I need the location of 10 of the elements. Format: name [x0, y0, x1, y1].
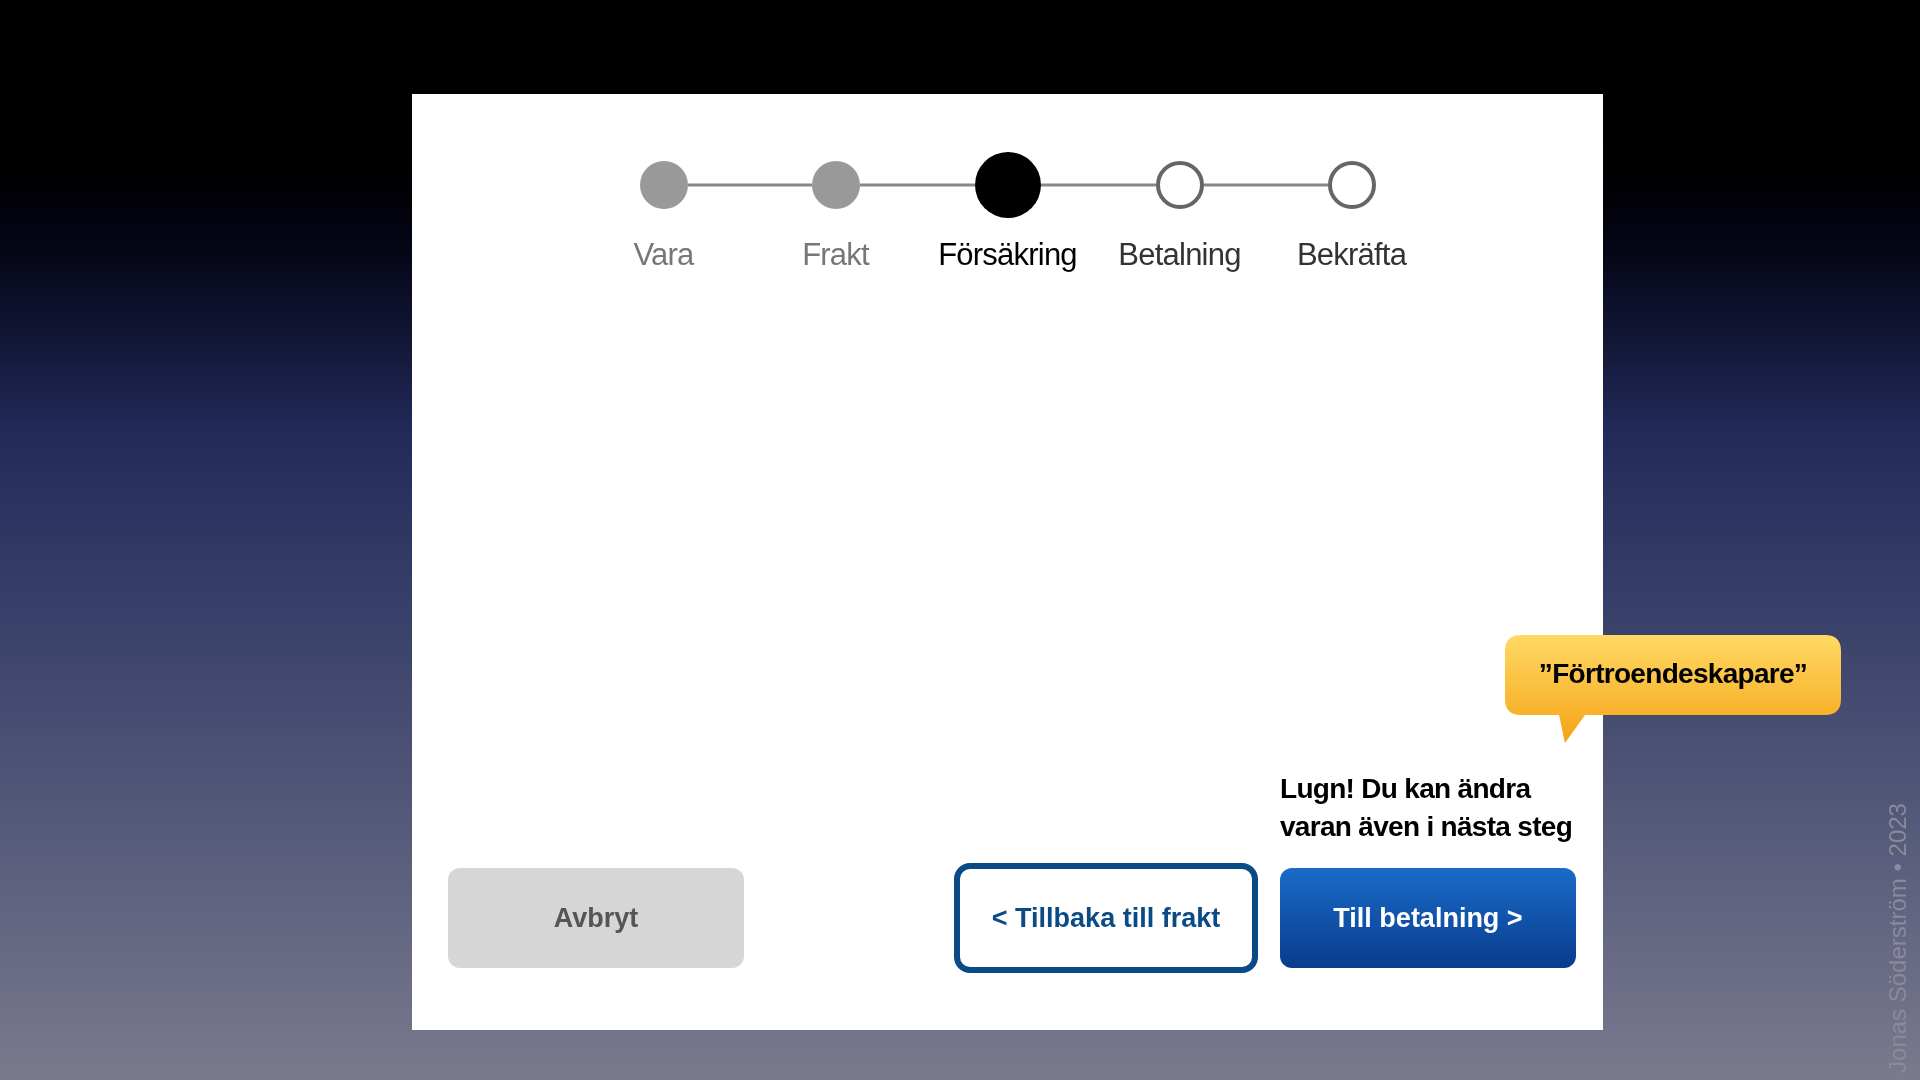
step-label: Betalning	[1118, 236, 1241, 274]
step-label: Bekräfta	[1296, 236, 1407, 274]
step-label: Frakt	[802, 236, 869, 274]
next-button[interactable]: Till betalning >	[1280, 868, 1576, 968]
reassurance-note: Lugn! Du kan ändra varan även i nästa steg	[1280, 772, 1574, 844]
step-label: Försäkring	[938, 236, 1077, 274]
callout-text: ”Förtroendeskapare”	[1538, 657, 1808, 691]
cancel-button[interactable]: Avbryt	[448, 868, 744, 968]
step-label: Vara	[633, 236, 694, 274]
back-button[interactable]: < Tillbaka till frakt	[954, 863, 1258, 973]
